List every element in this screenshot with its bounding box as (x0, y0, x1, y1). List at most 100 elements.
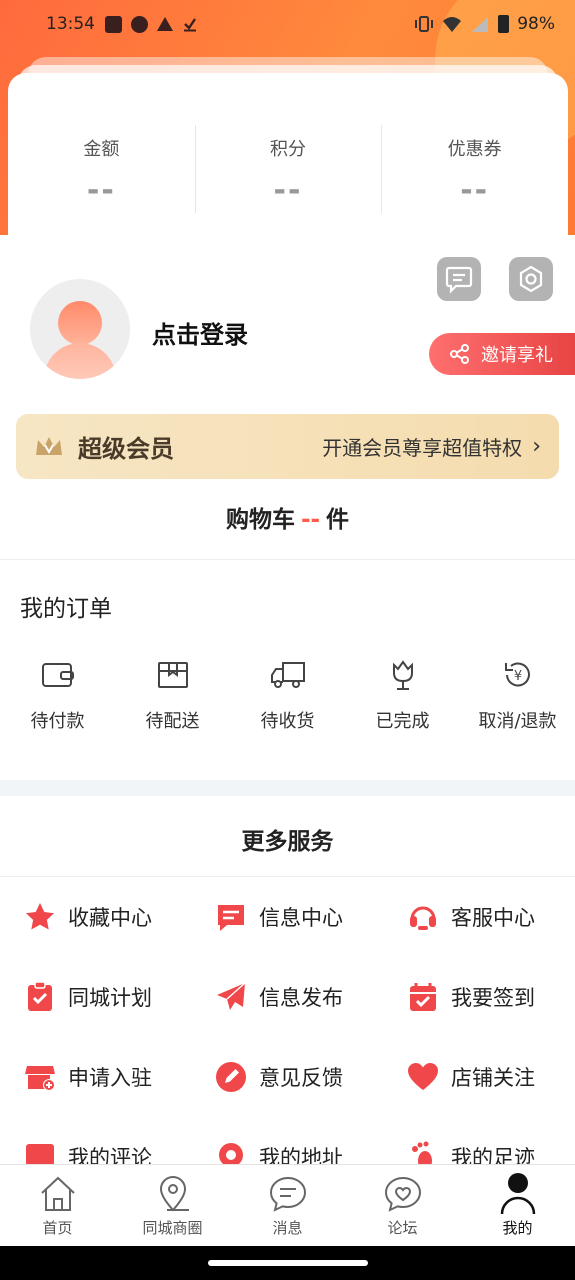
divider (0, 559, 575, 560)
status-time: 13:54 (46, 14, 95, 34)
gear-icon (519, 265, 543, 293)
bottom-nav: 首页 同城商圈 消息 论坛 我的 (0, 1164, 575, 1246)
stat-label: 积分 (270, 139, 306, 160)
store-icon (24, 1061, 56, 1093)
invite-label: 邀请享礼 (481, 345, 553, 366)
service-customer-care[interactable]: 客服中心 (407, 901, 535, 933)
orders-title: 我的订单 (20, 596, 112, 622)
user-icon (460, 1173, 575, 1215)
home-gesture-pill[interactable] (208, 1260, 368, 1266)
avatar[interactable] (30, 279, 130, 379)
message-icon (215, 901, 247, 933)
service-label: 意见反馈 (259, 1066, 343, 1090)
paper-plane-icon (215, 981, 247, 1013)
star-icon (24, 901, 56, 933)
battery-level: 98% (517, 14, 555, 34)
order-label: 待付款 (30, 711, 85, 732)
stat-value: -- (460, 173, 490, 208)
order-pending-payment[interactable]: 待付款 (0, 655, 115, 733)
order-label: 待配送 (145, 711, 200, 732)
stat-label: 金额 (83, 139, 120, 160)
wallet-icon (0, 655, 115, 695)
vip-title: 超级会员 (78, 435, 174, 463)
service-label: 客服中心 (451, 906, 535, 930)
nav-label: 首页 (42, 1219, 73, 1237)
nav-city-circle[interactable]: 同城商圈 (115, 1165, 230, 1246)
nav-label: 论坛 (387, 1219, 418, 1237)
stat-value: -- (86, 173, 116, 208)
nav-mine[interactable]: 我的 (460, 1165, 575, 1246)
service-followed-stores[interactable]: 店铺关注 (407, 1061, 535, 1093)
order-pending-delivery[interactable]: 待配送 (115, 655, 230, 733)
check-notification-icon (131, 15, 148, 33)
download-notification-icon (184, 18, 196, 32)
nav-label: 消息 (272, 1219, 303, 1237)
home-icon (0, 1173, 115, 1215)
order-completed[interactable]: 已完成 (345, 655, 460, 733)
settings-button[interactable] (509, 257, 553, 301)
divider (0, 876, 575, 877)
order-pending-receipt[interactable]: 待收货 (230, 655, 345, 733)
clipboard-check-icon (24, 981, 56, 1013)
calendar-check-icon (407, 981, 439, 1013)
signal-icon (472, 17, 489, 32)
service-label: 店铺关注 (451, 1066, 535, 1090)
nav-home[interactable]: 首页 (0, 1165, 115, 1246)
truck-icon (230, 655, 345, 695)
nav-label: 同城商圈 (142, 1219, 203, 1237)
map-pin-icon (115, 1173, 230, 1215)
mail-notification-icon (105, 15, 122, 33)
order-label: 已完成 (375, 711, 430, 732)
service-label: 申请入驻 (68, 1066, 152, 1090)
service-feedback[interactable]: 意见反馈 (215, 1061, 343, 1093)
nav-messages[interactable]: 消息 (230, 1165, 345, 1246)
status-bar: 13:54 98% (0, 0, 575, 48)
cart-summary[interactable]: 购物车 -- 件 (0, 500, 575, 534)
messages-button[interactable] (437, 257, 481, 301)
nav-label: 我的 (502, 1219, 533, 1237)
status-right: 98% (414, 14, 555, 34)
forum-heart-icon (345, 1173, 460, 1215)
stats-card: 金额 -- 积分 -- 优惠券 -- (8, 73, 568, 235)
login-button[interactable]: 点击登录 (152, 315, 248, 350)
cart-count: -- (300, 507, 321, 533)
service-check-in[interactable]: 我要签到 (407, 981, 535, 1013)
wifi-icon (443, 17, 462, 32)
pencil-icon (215, 1061, 247, 1093)
service-publish[interactable]: 信息发布 (215, 981, 343, 1013)
service-label: 信息中心 (259, 906, 343, 930)
stat-balance[interactable]: 金额 -- (8, 135, 195, 208)
vip-banner[interactable]: 超级会员 开通会员尊享超值特权 › (16, 414, 559, 479)
orders-row: 待付款 待配送 待收货 已完成 ¥ 取消/退款 (0, 655, 575, 733)
system-nav-bar (0, 1246, 575, 1280)
section-gap (0, 780, 575, 796)
headset-icon (407, 901, 439, 933)
service-label: 信息发布 (259, 986, 343, 1010)
service-city-plan[interactable]: 同城计划 (24, 981, 152, 1013)
service-label: 我要签到 (451, 986, 535, 1010)
notification-icons (105, 15, 198, 33)
stat-label: 优惠券 (447, 139, 502, 160)
order-refund[interactable]: ¥ 取消/退款 (460, 655, 575, 733)
battery-icon (498, 15, 510, 33)
stat-points[interactable]: 积分 -- (194, 125, 382, 213)
refund-icon: ¥ (460, 655, 575, 695)
vibrate-icon (415, 16, 434, 32)
chevron-right-icon: › (532, 434, 541, 459)
vip-description: 开通会员尊享超值特权 (322, 436, 523, 460)
services-title: 更多服务 (241, 829, 334, 855)
chat-icon (230, 1173, 345, 1215)
nav-forum[interactable]: 论坛 (345, 1165, 460, 1246)
cart-label: 购物车 (225, 507, 295, 533)
warning-notification-icon (157, 17, 173, 31)
stat-coupons[interactable]: 优惠券 -- (381, 125, 568, 213)
service-info-center[interactable]: 信息中心 (215, 901, 343, 933)
service-favorites[interactable]: 收藏中心 (24, 901, 152, 933)
crown-icon (36, 436, 62, 455)
invite-button[interactable]: 邀请享礼 (429, 333, 575, 375)
flower-icon (345, 655, 460, 695)
svg-text:¥: ¥ (513, 669, 521, 684)
order-label: 待收货 (260, 711, 315, 732)
cart-unit: 件 (326, 507, 350, 533)
service-apply-merchant[interactable]: 申请入驻 (24, 1061, 152, 1093)
